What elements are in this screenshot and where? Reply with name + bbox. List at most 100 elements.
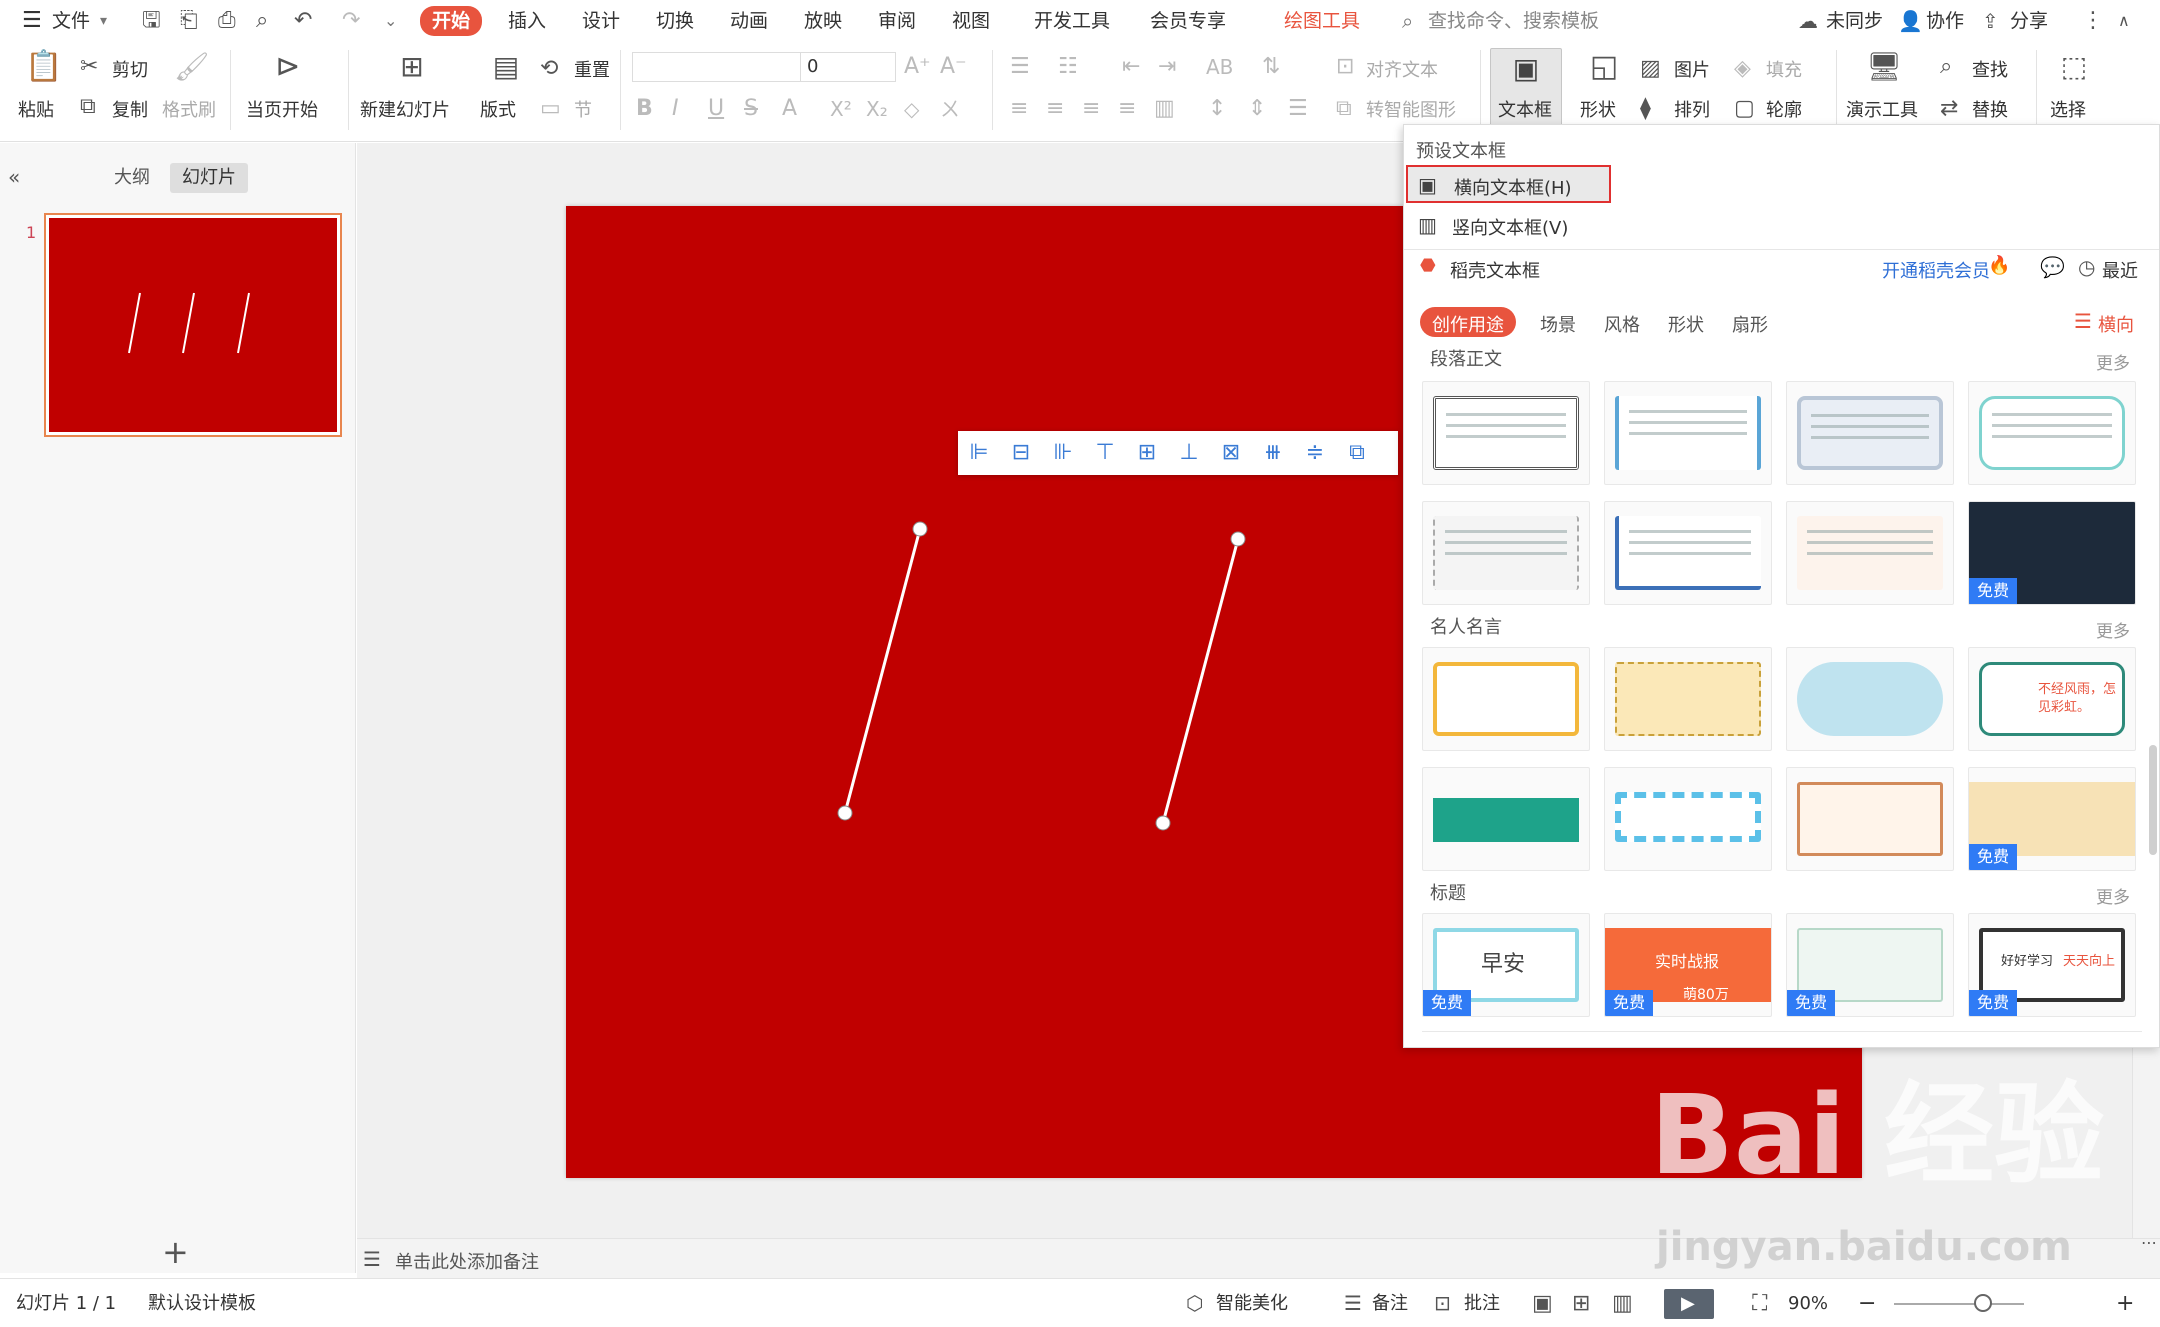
zoom-level[interactable]: 90% (1788, 1279, 1828, 1327)
filter-scene[interactable]: 场景 (1540, 311, 1576, 337)
subscript-icon[interactable]: X₂ (866, 94, 888, 124)
more-menu-icon[interactable]: ⋮ (2082, 0, 2104, 42)
zoom-in-icon[interactable]: + (2116, 1279, 2134, 1327)
presenter-tools-button[interactable]: 演示工具 (1846, 96, 1918, 122)
beautify-icon[interactable]: ⬡ (1186, 1279, 1203, 1327)
template-card[interactable]: 免费 (1968, 501, 2136, 605)
format-painter-icon[interactable]: 🖌 (174, 52, 210, 82)
smart-beautify-button[interactable]: 智能美化 (1216, 1279, 1288, 1327)
find-icon[interactable]: ⌕ (1940, 52, 1952, 82)
align-center-icon[interactable]: ≡ (1046, 94, 1064, 124)
more-options-icon[interactable]: ⋯ (2141, 1233, 2157, 1252)
sort-icon[interactable]: ⇅ (1262, 52, 1280, 82)
fit-window-icon[interactable]: ⛶ (1752, 1279, 1767, 1327)
template-card[interactable]: 免费 (1968, 767, 2136, 871)
fill-icon[interactable]: ◈ (1734, 54, 1751, 84)
outline-button[interactable]: 轮廓 (1766, 96, 1802, 122)
template-card[interactable]: 好好学习 天天向上 免费 (1968, 913, 2136, 1017)
line-shape-selected[interactable] (843, 528, 922, 814)
template-card[interactable] (1604, 381, 1772, 485)
align-right-icon[interactable]: ≡ (1082, 94, 1100, 124)
scissors-icon[interactable]: ✂ (80, 52, 98, 82)
template-card[interactable] (1968, 381, 2136, 485)
collab-user-icon[interactable]: 👤 (1898, 0, 1923, 42)
open-member-link[interactable]: 开通稻壳会员 (1882, 257, 1990, 283)
shape-icon[interactable]: ◱ (1584, 52, 1624, 82)
superscript-icon[interactable]: X² (830, 94, 852, 124)
smartart-icon[interactable]: ⧉ (1336, 94, 1352, 124)
template-card[interactable] (1422, 647, 1590, 751)
tab-outline[interactable]: 大纲 (102, 163, 162, 193)
decrease-font-icon[interactable]: A⁻ (940, 52, 967, 82)
group-icon[interactable]: ⧉ (1342, 440, 1372, 465)
copy-icon[interactable]: ⧉ (80, 92, 96, 122)
align-bottom-icon[interactable]: ⊥ (1174, 440, 1204, 465)
hamburger-icon[interactable]: ☰ (22, 0, 42, 42)
template-card[interactable] (1786, 647, 1954, 751)
line-shape-selected[interactable] (1161, 538, 1240, 824)
bullet-list-icon[interactable]: ☰ (1010, 52, 1030, 82)
file-menu[interactable]: 文件 (52, 0, 90, 42)
tab-developer[interactable]: 开发工具 (1034, 0, 1110, 42)
new-slide-button[interactable]: 新建幻灯片 (360, 96, 450, 122)
command-search-input[interactable]: 查找命令、搜索模板 (1428, 0, 1599, 42)
presenter-tools-icon[interactable]: 🖥 (1864, 52, 1904, 82)
customize-toolbar-icon[interactable]: ⌄ (384, 0, 397, 42)
paste-icon[interactable]: 📋 (24, 52, 64, 82)
align-left-icon[interactable]: ≡ (1010, 94, 1028, 124)
cloud-sync-icon[interactable]: ☁ (1798, 0, 1818, 42)
underline-icon[interactable]: U (708, 94, 724, 124)
picture-icon[interactable]: ▨ (1640, 54, 1661, 84)
tab-slideshow[interactable]: 放映 (804, 0, 842, 42)
distribute-h-icon[interactable]: ⊠ (1216, 440, 1246, 465)
undo-icon[interactable]: ↶ (294, 0, 312, 42)
comment-icon[interactable]: ⊡ (1434, 1279, 1451, 1327)
template-card[interactable] (1604, 767, 1772, 871)
section-button[interactable]: 节 (574, 96, 592, 122)
font-size-select[interactable]: 0 (800, 52, 896, 82)
recent-clock-icon[interactable]: ◷ (2078, 255, 2095, 279)
template-card[interactable] (1422, 501, 1590, 605)
recent-button[interactable]: 最近 (2102, 257, 2138, 283)
convert-smartart-button[interactable]: 转智能图形 (1366, 96, 1456, 122)
line-handle-top[interactable] (1230, 531, 1246, 547)
more-link-paragraph[interactable]: 更多 (2096, 349, 2130, 374)
format-painter-button[interactable]: 格式刷 (162, 96, 216, 122)
increase-font-icon[interactable]: A⁺ (904, 52, 931, 82)
tab-slides[interactable]: 幻灯片 (170, 163, 248, 193)
tab-member[interactable]: 会员专享 (1150, 0, 1226, 42)
add-slide-icon[interactable]: + (162, 1233, 189, 1271)
columns-icon[interactable]: ☰ (1288, 94, 1308, 124)
reset-button[interactable]: 重置 (574, 56, 610, 82)
template-card[interactable] (1786, 381, 1954, 485)
template-card[interactable] (1604, 501, 1772, 605)
tab-view[interactable]: 视图 (952, 0, 990, 42)
find-button[interactable]: 查找 (1972, 56, 2008, 82)
align-center-h-icon[interactable]: ⊟ (1006, 440, 1036, 465)
collab-button[interactable]: 协作 (1926, 0, 1964, 42)
replace-icon[interactable]: ⇄ (1940, 94, 1958, 124)
slide-thumbnail[interactable] (44, 213, 342, 437)
notes-toggle-button[interactable]: 备注 (1372, 1279, 1408, 1327)
clear-format-icon[interactable]: ◇ (904, 94, 919, 124)
font-name-select[interactable] (632, 52, 804, 82)
align-middle-v-icon[interactable]: ⊞ (1132, 440, 1162, 465)
increase-indent-icon[interactable]: ⇥ (1158, 52, 1176, 82)
distribute-v-icon[interactable]: ⧻ (1258, 440, 1288, 465)
collapse-ribbon-icon[interactable]: ∧ (2118, 0, 2130, 42)
decrease-indent-icon[interactable]: ⇤ (1122, 52, 1140, 82)
template-card[interactable] (1422, 767, 1590, 871)
zoom-slider-thumb[interactable] (1974, 1294, 1992, 1312)
filter-shape[interactable]: 形状 (1668, 311, 1704, 337)
align-text-icon[interactable]: ⊡ (1336, 52, 1354, 82)
horizontal-textbox-item[interactable]: ▣ 横向文本框(H) (1406, 165, 1611, 203)
strikethrough-icon[interactable]: S (744, 94, 758, 124)
zoom-slider-track[interactable] (1894, 1303, 2024, 1305)
template-card[interactable] (1786, 767, 1954, 871)
new-slide-icon[interactable]: ⊞ (392, 52, 432, 82)
slide-sorter-icon[interactable]: ⊞ (1572, 1279, 1590, 1327)
shape-button[interactable]: 形状 (1580, 96, 1616, 122)
align-top-icon[interactable]: ⊤ (1090, 440, 1120, 465)
fill-button[interactable]: 填充 (1766, 56, 1802, 82)
select-button[interactable]: 选择 (2050, 96, 2086, 122)
